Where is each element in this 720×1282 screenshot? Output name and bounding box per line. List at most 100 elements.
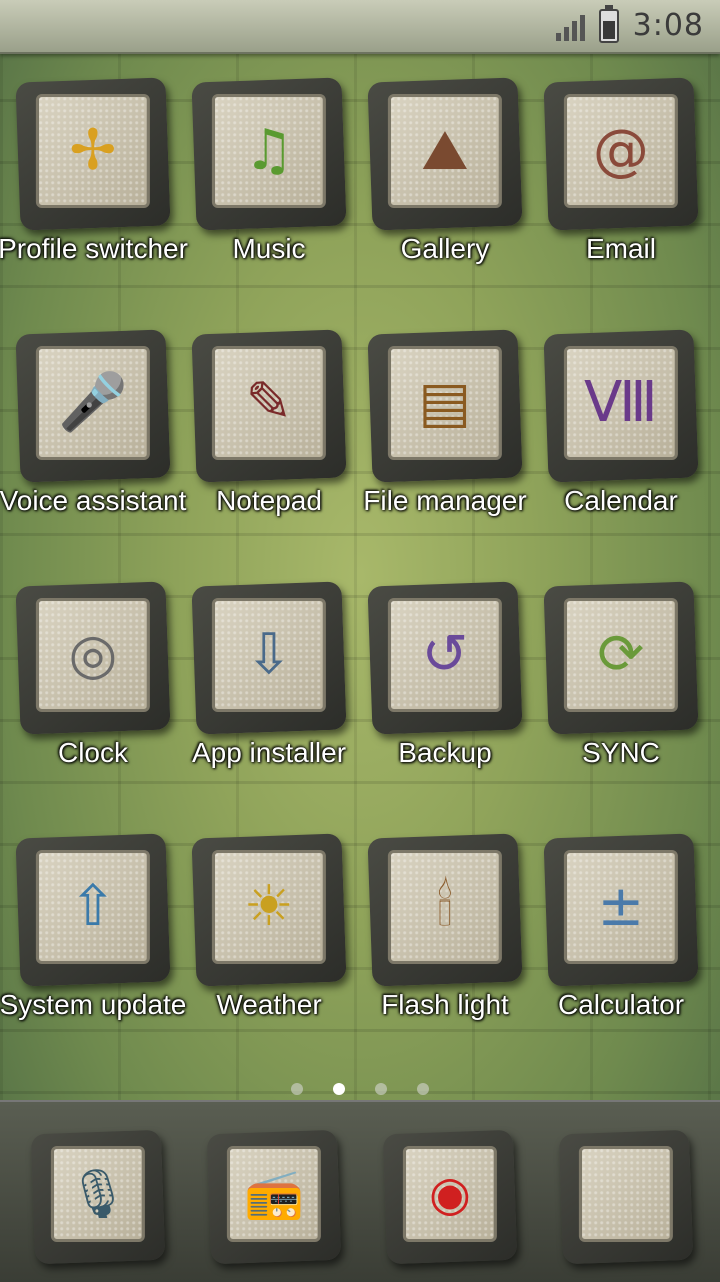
app-label: Gallery [400, 233, 490, 264]
microphone-icon: 🎤 [58, 370, 128, 436]
app-music[interactable]: ♫ Music [181, 77, 357, 320]
app-tile: 🎤 [15, 329, 171, 483]
dock-tile: ◉ [382, 1129, 518, 1265]
clock-icon: ◎ [68, 622, 118, 688]
tile-face: ◎ [35, 598, 150, 713]
app-installer-icon: ⇩ [245, 622, 293, 688]
app-label: Notepad [216, 485, 322, 516]
app-voice-assistant[interactable]: 🎤 Voice assistant [0, 329, 186, 572]
app-calendar[interactable]: Ⅷ Calendar [533, 329, 709, 572]
landscape-icon: ⛰ [421, 118, 469, 184]
app-tile: ↺ [367, 581, 523, 735]
dock: 🎙 📻 ◉ [0, 1100, 720, 1282]
app-tile: 🕯 [367, 833, 523, 987]
folder-icon: ▤ [418, 370, 472, 436]
app-tile: ▤ [367, 329, 523, 483]
dock-item[interactable]: ◉ [370, 1129, 530, 1265]
app-label: App installer [191, 737, 347, 768]
tile-face: ± [563, 850, 678, 965]
page-dot[interactable] [291, 1083, 303, 1095]
app-label: System update [0, 989, 187, 1020]
sync-icon: ⟳ [597, 622, 645, 688]
signal-strength-icon [555, 11, 585, 41]
calendar-icon: Ⅷ [584, 370, 658, 436]
app-label: File manager [363, 485, 527, 516]
app-clock[interactable]: ◎ Clock [5, 581, 181, 824]
sun-icon: ☀ [243, 874, 294, 940]
microphone-icon: 🎙 [67, 1166, 129, 1223]
app-tile: ☀ [191, 833, 347, 987]
app-label: Calendar [564, 485, 678, 516]
app-tile: ⇩ [191, 581, 347, 735]
dock-item[interactable]: 📻 [194, 1129, 354, 1265]
backup-icon: ↺ [421, 622, 469, 688]
app-label: Profile switcher [0, 233, 188, 264]
music-note-icon: ♫ [243, 118, 294, 184]
app-tile: ± [543, 833, 699, 987]
page-dot[interactable] [417, 1083, 429, 1095]
app-weather[interactable]: ☀ Weather [181, 833, 357, 1076]
app-tile: ✢ [15, 77, 171, 231]
app-profile-switcher[interactable]: ✢ Profile switcher [0, 77, 188, 320]
app-system-update[interactable]: ⇧ System update [0, 833, 186, 1076]
app-label: Calculator [557, 989, 685, 1020]
tile-face: ✢ [35, 94, 150, 209]
dock-item[interactable] [546, 1129, 706, 1265]
dock-tile: 📻 [206, 1129, 342, 1265]
status-bar: 3:08 [0, 0, 720, 54]
tile-face: ⟳ [563, 598, 678, 713]
dock-tile: 🎙 [30, 1129, 166, 1265]
app-label: Clock [57, 737, 128, 768]
app-label: Flash light [381, 989, 509, 1020]
app-tile: ◎ [15, 581, 171, 735]
tile-face: ◉ [402, 1146, 497, 1243]
tile-face: 🎤 [35, 346, 150, 461]
tile-face: ☀ [211, 850, 326, 965]
tile-face: ⛰ [387, 94, 502, 209]
app-gallery[interactable]: ⛰ Gallery [357, 77, 533, 320]
email-icon: @ [592, 118, 649, 184]
page-dot[interactable] [333, 1083, 345, 1095]
app-tile: ⇧ [15, 833, 171, 987]
app-notepad[interactable]: ✎ Notepad [181, 329, 357, 572]
candle-icon: 🕯 [436, 874, 453, 940]
app-calculator[interactable]: ± Calculator [533, 833, 709, 1076]
app-tile: ⟳ [543, 581, 699, 735]
app-label: Weather [216, 989, 322, 1020]
app-backup[interactable]: ↺ Backup [357, 581, 533, 824]
tile-face [578, 1146, 673, 1243]
app-tile: @ [543, 77, 699, 231]
tile-face: @ [563, 94, 678, 209]
app-label: Email [585, 233, 656, 264]
tile-face: ▤ [387, 346, 502, 461]
app-file-manager[interactable]: ▤ File manager [357, 329, 533, 572]
notepad-icon: ✎ [245, 370, 293, 436]
tile-face: 🕯 [387, 850, 502, 965]
page-dot[interactable] [375, 1083, 387, 1095]
app-tile: ✎ [191, 329, 347, 483]
tile-face: ↺ [387, 598, 502, 713]
status-time: 3:08 [632, 8, 704, 43]
tile-face: ⇧ [35, 850, 150, 965]
dock-tile [558, 1129, 694, 1265]
tile-face: 🎙 [50, 1146, 145, 1243]
radio-icon: 📻 [244, 1166, 304, 1223]
app-sync[interactable]: ⟳ SYNC [533, 581, 709, 824]
tile-face: ⇩ [211, 598, 326, 713]
app-tile: ⛰ [367, 77, 523, 231]
battery-icon [598, 4, 619, 43]
app-tile: Ⅷ [543, 329, 699, 483]
tile-face: ♫ [211, 94, 326, 209]
app-label: SYNC [582, 737, 660, 768]
calculator-icon: ± [597, 874, 645, 940]
app-label: Backup [398, 737, 492, 768]
weibo-icon: ◉ [428, 1166, 471, 1223]
page-indicator [0, 1083, 720, 1095]
app-app-installer[interactable]: ⇩ App installer [181, 581, 357, 824]
app-email[interactable]: @ Email [533, 77, 709, 320]
app-label: Music [232, 233, 306, 264]
tile-face: Ⅷ [563, 346, 678, 461]
pinwheel-icon: ✢ [69, 118, 117, 184]
dock-item[interactable]: 🎙 [18, 1129, 178, 1265]
app-flash-light[interactable]: 🕯 Flash light [357, 833, 533, 1076]
